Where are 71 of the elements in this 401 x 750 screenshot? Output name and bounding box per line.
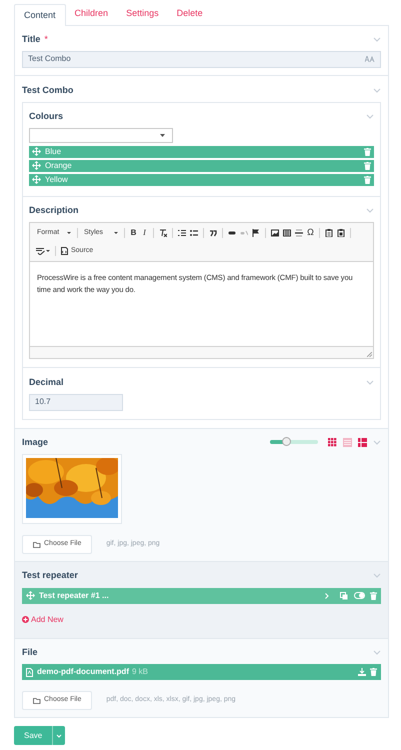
field-label: Title bbox=[22, 33, 40, 46]
clipboard-icon[interactable] bbox=[337, 229, 345, 237]
special-character-button[interactable]: Ω bbox=[305, 226, 316, 240]
clear-format-icon[interactable] bbox=[159, 229, 167, 237]
clipboard-icon[interactable] bbox=[325, 229, 333, 237]
link-icon[interactable] bbox=[228, 229, 236, 237]
decimal-input[interactable]: 10.7 bbox=[29, 394, 123, 410]
collapse-icon[interactable] bbox=[373, 37, 381, 42]
field-label: File bbox=[22, 646, 38, 658]
tab[interactable]: Children bbox=[66, 3, 118, 25]
folder-icon bbox=[33, 698, 41, 704]
field-label: Colours bbox=[29, 110, 64, 123]
italic-button[interactable]: I bbox=[139, 226, 150, 240]
document-icon bbox=[61, 247, 68, 255]
spellcheck-icon[interactable] bbox=[36, 247, 50, 255]
field-label: Test repeater bbox=[22, 569, 78, 582]
trash-icon[interactable] bbox=[364, 162, 371, 170]
move-icon bbox=[32, 175, 41, 184]
tab[interactable]: Settings bbox=[117, 3, 168, 25]
chevron-down-icon bbox=[56, 734, 62, 738]
collapse-icon[interactable] bbox=[366, 208, 374, 213]
collapse-icon[interactable] bbox=[373, 650, 381, 655]
tab[interactable]: Delete bbox=[168, 3, 212, 25]
collapse-icon[interactable] bbox=[373, 440, 381, 445]
caret-icon bbox=[114, 232, 118, 234]
toggle-icon[interactable] bbox=[354, 592, 365, 599]
field-label: Decimal bbox=[29, 376, 64, 389]
caret-icon bbox=[160, 134, 165, 136]
table-icon[interactable] bbox=[283, 229, 291, 237]
field-label: Test Combo bbox=[22, 84, 74, 96]
trash-icon[interactable] bbox=[370, 592, 377, 600]
move-icon bbox=[32, 161, 41, 170]
plus-circle-icon bbox=[22, 616, 29, 623]
trash-icon[interactable] bbox=[364, 148, 371, 156]
bold-button[interactable]: B bbox=[128, 226, 139, 240]
move-icon bbox=[26, 591, 35, 600]
resize-handle-icon[interactable] bbox=[367, 352, 372, 357]
field-label: Image bbox=[22, 436, 48, 449]
grid-view-icon[interactable] bbox=[328, 438, 337, 447]
move-icon bbox=[32, 147, 41, 156]
language-icon[interactable] bbox=[365, 56, 375, 62]
file-size: 9 kB bbox=[132, 666, 148, 678]
field-label: Description bbox=[29, 204, 79, 217]
folder-icon bbox=[33, 542, 41, 548]
bullet-list-icon[interactable] bbox=[190, 229, 198, 237]
horizontal-line-icon[interactable] bbox=[295, 229, 303, 237]
collapse-icon[interactable] bbox=[373, 573, 381, 578]
flag-icon[interactable] bbox=[252, 229, 260, 237]
rows-view-icon[interactable] bbox=[358, 438, 367, 447]
quote-icon[interactable] bbox=[209, 229, 217, 237]
copy-icon[interactable] bbox=[340, 592, 348, 600]
chevron-right-icon[interactable] bbox=[325, 592, 329, 598]
collapse-icon[interactable] bbox=[366, 380, 374, 386]
required-mark: * bbox=[44, 33, 48, 46]
caret-icon bbox=[67, 232, 72, 234]
collapse-icon[interactable] bbox=[366, 114, 374, 120]
trash-icon[interactable] bbox=[364, 176, 371, 184]
save-options-button[interactable] bbox=[52, 726, 66, 745]
title-input[interactable]: Test Combo bbox=[22, 50, 381, 68]
numbered-list-icon[interactable] bbox=[178, 229, 186, 237]
image-icon[interactable] bbox=[271, 229, 279, 237]
add-new-link[interactable]: Add New bbox=[22, 614, 64, 626]
collapse-icon[interactable] bbox=[373, 88, 381, 93]
tab[interactable]: Content bbox=[14, 4, 66, 26]
file-icon bbox=[26, 668, 33, 676]
download-icon[interactable] bbox=[358, 668, 366, 676]
trash-icon[interactable] bbox=[370, 668, 377, 676]
size-slider[interactable] bbox=[270, 440, 318, 444]
select-dropdown[interactable] bbox=[29, 128, 173, 142]
unlink-icon[interactable] bbox=[240, 229, 248, 237]
list-view-icon[interactable] bbox=[343, 438, 352, 447]
